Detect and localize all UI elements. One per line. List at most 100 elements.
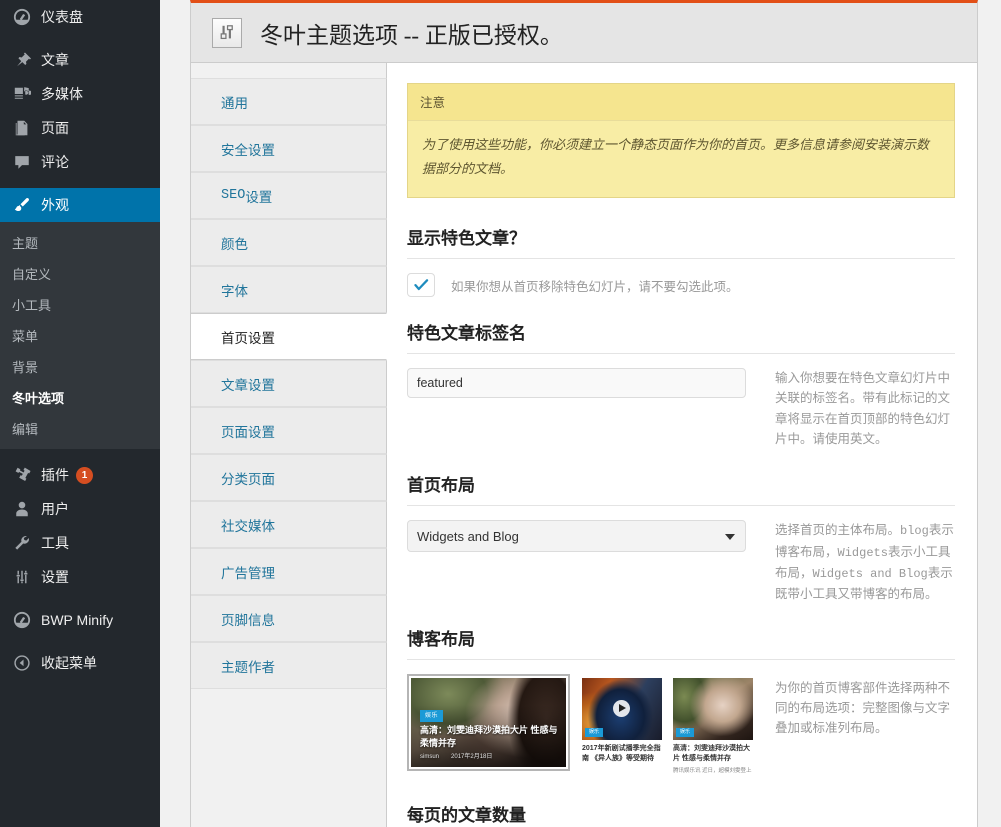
user-icon	[12, 499, 32, 519]
media-icon	[12, 84, 32, 104]
thumb-title: 高清：刘雯迪拜沙漠拍大片 性感与柔情并存	[420, 724, 558, 748]
sidebar-gutter	[160, 0, 190, 827]
tab-post-settings[interactable]: 文章设置	[191, 360, 387, 407]
panel-body: 通用 安全设置 SEO 设置 颜色 字体 首页设置 文章设置 页面设置 分类页面 …	[191, 63, 977, 827]
tab-seo-prefix: SEO	[221, 188, 246, 203]
sidebar-item-plugins[interactable]: 插件 1	[0, 458, 160, 492]
tab-footer-info[interactable]: 页脚信息	[191, 595, 387, 642]
sidebar-item-tools[interactable]: 工具	[0, 526, 160, 560]
admin-sidebar: 仪表盘 文章 多媒体 页面 评论 外观 主题 自定义 小工具 菜单 背景 冬叶选…	[0, 0, 168, 827]
collapse-icon	[12, 653, 32, 673]
sidebar-item-posts[interactable]: 文章	[0, 43, 160, 77]
tab-category-page[interactable]: 分类页面	[191, 454, 387, 501]
featured-tag-input[interactable]: featured	[407, 368, 746, 399]
sidebar-item-label: BWP Minify	[41, 612, 114, 628]
thumb-card-title: 2017年新剧试播季完全指南 《异人族》等受期待	[582, 744, 661, 763]
thumb-card: 娱乐 高清：刘雯迪拜沙漠拍大片 性感与柔情并存 腾讯娱乐讯 近日，超模刘雯登上	[673, 677, 753, 776]
sidebar-item-users[interactable]: 用户	[0, 492, 160, 526]
thumb-card-category: 娱乐	[585, 727, 604, 737]
tab-general[interactable]: 通用	[191, 78, 387, 125]
blog-layout-thumb-full: 娱乐 高清：刘雯迪拜沙漠拍大片 性感与柔情并存 simsun 2017年2月18…	[411, 677, 566, 767]
wrench-icon	[12, 533, 32, 553]
sidebar-item-pages[interactable]: 页面	[0, 111, 160, 145]
home-layout-heading: 首页布局	[407, 476, 475, 496]
desc-part: 选择首页的主体布局。	[775, 523, 901, 538]
featured-tag-heading: 特色文章标签名	[407, 324, 526, 344]
tab-social-media[interactable]: 社交媒体	[191, 501, 387, 548]
submenu-item-customize[interactable]: 自定义	[0, 258, 160, 289]
desc-part-mono: blog	[900, 524, 929, 539]
featured-tag-description: 输入你想要在特色文章幻灯片中关联的标签名。带有此标记的文章将显示在首页顶部的特色…	[775, 371, 951, 446]
thumb-card-category: 娱乐	[676, 727, 695, 737]
featured-tag-row: featured 输入你想要在特色文章幻灯片中关联的标签名。带有此标记的文章将显…	[407, 368, 955, 449]
tab-page-settings[interactable]: 页面设置	[191, 407, 387, 454]
tab-theme-author[interactable]: 主题作者	[191, 642, 387, 689]
sidebar-item-appearance[interactable]: 外观	[0, 188, 168, 222]
settings-icon	[12, 567, 32, 587]
sidebar-item-bwp-minify[interactable]: BWP Minify	[0, 603, 160, 637]
blog-layout-option-full-image[interactable]: 娱乐 高清：刘雯迪拜沙漠拍大片 性感与柔情并存 simsun 2017年2月18…	[407, 673, 570, 771]
divider	[407, 658, 955, 660]
sidebar-item-dashboard[interactable]: 仪表盘	[0, 0, 160, 34]
gauge-icon	[12, 610, 32, 630]
sidebar-item-label: 收起菜单	[41, 655, 97, 671]
blog-layout-row: 娱乐 高清：刘雯迪拜沙漠拍大片 性感与柔情并存 simsun 2017年2月18…	[407, 673, 955, 780]
thumb-card-excerpt: 腾讯娱乐讯 近日，超模刘雯登上	[673, 767, 752, 774]
tab-seo[interactable]: SEO 设置	[191, 172, 387, 219]
tab-security[interactable]: 安全设置	[191, 125, 387, 172]
divider	[407, 505, 955, 507]
thumb-category-badge: 娱乐	[420, 709, 444, 722]
show-featured-posts-checkbox[interactable]	[407, 273, 435, 298]
sidebar-item-comments[interactable]: 评论	[0, 145, 160, 179]
sidebar-item-label: 仪表盘	[41, 9, 83, 25]
notice-box: 注意 为了使用这些功能，你必须建立一个静态页面作为你的首页。更多信息请参阅安装演…	[407, 83, 955, 199]
blog-layout-description: 为你的首页博客部件选择两种不同的布局选项：完整图像与文字叠加或标准列布局。	[775, 680, 951, 736]
thumb-card: 娱乐 2017年新剧试播季完全指南 《异人族》等受期待	[582, 677, 662, 776]
home-layout-selected-value: Widgets and Blog	[417, 528, 519, 544]
appearance-submenu: 主题 自定义 小工具 菜单 背景 冬叶选项 编辑	[0, 222, 160, 449]
plugin-icon	[12, 465, 32, 485]
sidebar-item-media[interactable]: 多媒体	[0, 77, 160, 111]
sidebar-item-label: 页面	[41, 120, 69, 136]
submenu-item-theme-options[interactable]: 冬叶选项	[0, 382, 160, 413]
settings-content: 注意 为了使用这些功能，你必须建立一个静态页面作为你的首页。更多信息请参阅安装演…	[387, 63, 977, 827]
featured-posts-heading: 显示特色文章？	[407, 229, 526, 249]
blog-layout-thumb-columns: 娱乐 2017年新剧试播季完全指南 《异人族》等受期待 娱乐 高清：刘雯迪拜沙漠…	[582, 677, 753, 776]
submenu-item-background[interactable]: 背景	[0, 351, 160, 382]
home-layout-row: Widgets and Blog 选择首页的主体布局。blog表示博客布局，Wi…	[407, 520, 955, 605]
tab-homepage-settings[interactable]: 首页设置	[191, 313, 387, 360]
blog-layout-heading: 博客布局	[407, 629, 475, 649]
sidebar-item-label: 工具	[41, 535, 69, 551]
thumb-meta: simsun 2017年2月18日	[420, 754, 558, 760]
tab-fonts[interactable]: 字体	[191, 266, 387, 313]
divider	[407, 258, 955, 260]
featured-posts-row: 如果你想从首页移除特色幻灯片，请不要勾选此项。	[407, 273, 955, 298]
posts-per-page-heading: 每页的文章数量	[407, 806, 526, 826]
thumb-date: 2017年2月18日	[451, 753, 493, 760]
submenu-item-menus[interactable]: 菜单	[0, 320, 160, 351]
sliders-icon	[212, 17, 242, 48]
sidebar-item-collapse-menu[interactable]: 收起菜单	[0, 646, 160, 680]
home-layout-select[interactable]: Widgets and Blog	[407, 520, 746, 553]
submenu-item-editor[interactable]: 编辑	[0, 413, 160, 444]
home-layout-description: 选择首页的主体布局。blog表示博客布局，Widgets表示小工具布局，Widg…	[759, 520, 955, 605]
submenu-item-widgets[interactable]: 小工具	[0, 289, 160, 320]
sidebar-item-label: 外观	[41, 197, 69, 213]
page-title: 冬叶主题选项 -- 正版已授权。	[260, 22, 563, 48]
comment-icon	[12, 152, 32, 172]
pin-icon	[12, 50, 32, 70]
thumb-author: simsun	[420, 753, 440, 760]
sidebar-item-label: 设置	[41, 569, 69, 585]
tab-ad-management[interactable]: 广告管理	[191, 548, 387, 595]
submenu-item-themes[interactable]: 主题	[0, 227, 160, 258]
blog-layout-option-columns[interactable]: 娱乐 2017年新剧试播季完全指南 《异人族》等受期待 娱乐 高清：刘雯迪拜沙漠…	[578, 674, 757, 780]
tab-seo-rest: 设置	[245, 189, 273, 205]
notice-body: 为了使用这些功能，你必须建立一个静态页面作为你的首页。更多信息请参阅安装演示数据…	[408, 121, 954, 198]
chevron-down-icon	[725, 534, 735, 541]
thumb-card-image: 娱乐	[582, 677, 662, 740]
sidebar-item-settings[interactable]: 设置	[0, 560, 160, 594]
sidebar-item-label: 插件	[41, 467, 69, 483]
desc-part-mono: Widgets and Blog	[812, 566, 928, 581]
panel-header: 冬叶主题选项 -- 正版已授权。	[191, 3, 977, 63]
tab-colors[interactable]: 颜色	[191, 219, 387, 266]
